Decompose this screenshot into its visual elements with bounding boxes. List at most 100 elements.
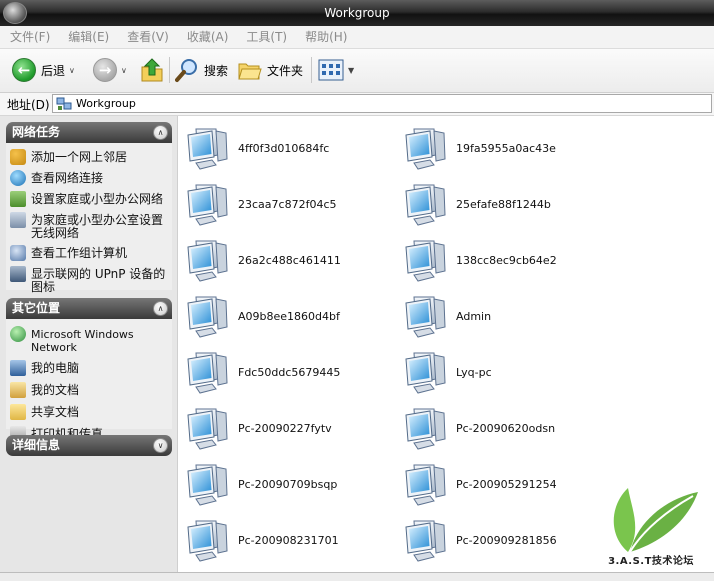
computer-icon — [404, 181, 452, 227]
network-tasks-header[interactable]: 网络任务 ∧ — [6, 122, 172, 143]
upnp-device-icon — [10, 266, 26, 282]
computer-item[interactable]: 25efafe88f1244b — [404, 180, 614, 228]
computer-item[interactable]: Fdc50ddc5679445 — [186, 348, 396, 396]
computer-icon — [404, 517, 452, 563]
network-tasks-list: 添加一个网上邻居 查看网络连接 设置家庭或小型办公网络 为家庭或小型办公室设置无… — [6, 143, 172, 294]
search-label: 搜索 — [204, 63, 229, 78]
watermark-text: 3.A.S.T技术论坛 — [608, 556, 694, 567]
computer-name: Pc-20090709bsqp — [238, 477, 338, 491]
computer-icon — [404, 237, 452, 283]
computer-item[interactable]: Pc-20090620odsn — [404, 404, 614, 452]
computer-name: Admin — [456, 309, 492, 323]
computer-icon — [404, 125, 452, 171]
workgroup-computers-icon — [10, 245, 26, 261]
expand-down-icon[interactable]: ∨ — [153, 438, 168, 453]
back-button[interactable]: ← 后退 ∨ — [12, 55, 75, 85]
computer-name: 23caa7c872f04c5 — [238, 197, 337, 211]
task-show-upnp[interactable]: 显示联网的 UPnP 设备的图标 — [6, 265, 172, 295]
forward-arrow-icon: → — [93, 58, 117, 82]
up-folder-button[interactable] — [140, 55, 164, 85]
menu-view[interactable]: 查看(V) — [117, 26, 177, 48]
menu-tools[interactable]: 工具(T) — [236, 26, 295, 48]
computer-name: 19fa5955a0ac43e — [456, 141, 556, 155]
computer-item[interactable]: 19fa5955a0ac43e — [404, 124, 614, 172]
folders-button[interactable]: 文件夹 — [238, 55, 303, 85]
computer-icon — [186, 461, 234, 507]
back-dropdown-icon[interactable]: ∨ — [69, 66, 75, 75]
computer-icon — [186, 181, 234, 227]
computer-item[interactable]: Pc-20090709bsqp — [186, 460, 396, 508]
computer-name: 26a2c488c461411 — [238, 253, 341, 267]
computer-name: 4ff0f3d010684fc — [238, 141, 330, 155]
task-view-network-connections[interactable]: 查看网络连接 — [6, 169, 172, 187]
computer-icon — [186, 125, 234, 171]
my-documents-icon — [10, 382, 26, 398]
forum-logo: 3.A.S.T技术论坛 — [598, 480, 704, 576]
window-title: Workgroup — [324, 6, 390, 20]
other-places-header[interactable]: 其它位置 ∧ — [6, 298, 172, 319]
shared-documents-icon — [10, 404, 26, 420]
address-input[interactable]: Workgroup — [52, 94, 712, 113]
views-dropdown-icon[interactable]: ▼ — [348, 66, 354, 75]
address-label: 地址(D) — [7, 98, 50, 112]
computer-item[interactable]: Pc-200905291254 — [404, 460, 614, 508]
computer-item[interactable]: 4ff0f3d010684fc — [186, 124, 396, 172]
toolbar-separator — [311, 57, 312, 83]
computer-name: Pc-200909281856 — [456, 533, 557, 547]
leaf-logo-icon — [613, 488, 698, 553]
menu-file[interactable]: 文件(F) — [0, 26, 58, 48]
views-button[interactable]: ▼ — [318, 55, 354, 85]
place-my-documents[interactable]: 我的文档 — [6, 381, 172, 399]
place-windows-network[interactable]: Microsoft Windows Network — [6, 325, 172, 355]
computer-item[interactable]: Pc-20090227fytv — [186, 404, 396, 452]
network-tasks-title: 网络任务 — [12, 125, 61, 139]
computer-icon — [186, 293, 234, 339]
task-view-workgroup[interactable]: 查看工作组计算机 — [6, 244, 172, 262]
computer-item[interactable]: 138cc8ec9cb64e2 — [404, 236, 614, 284]
forward-button[interactable]: → ∨ — [93, 55, 127, 85]
computer-icon — [404, 293, 452, 339]
task-setup-home-network[interactable]: 设置家庭或小型办公网络 — [6, 190, 172, 208]
window-icon[interactable] — [3, 2, 27, 24]
windows-network-icon — [10, 326, 26, 342]
collapse-up-icon[interactable]: ∧ — [153, 301, 168, 316]
computer-name: Pc-200905291254 — [456, 477, 557, 491]
computer-icon — [404, 349, 452, 395]
title-bar: Workgroup — [0, 0, 714, 26]
computer-icon — [404, 461, 452, 507]
place-shared-documents[interactable]: 共享文档 — [6, 403, 172, 421]
menu-favorites[interactable]: 收藏(A) — [177, 26, 237, 48]
computer-item[interactable]: Pc-200908231701 — [186, 516, 396, 564]
details-header[interactable]: 详细信息 ∨ — [6, 435, 172, 456]
my-computer-icon — [10, 360, 26, 376]
up-folder-icon — [141, 58, 163, 82]
computer-name: Pc-200908231701 — [238, 533, 339, 547]
place-my-computer[interactable]: 我的电脑 — [6, 359, 172, 377]
home-network-icon — [10, 191, 26, 207]
computer-name: 25efafe88f1244b — [456, 197, 551, 211]
menu-edit[interactable]: 编辑(E) — [58, 26, 117, 48]
computer-name: Lyq-pc — [456, 365, 492, 379]
computer-item[interactable]: Lyq-pc — [404, 348, 614, 396]
other-places-list: Microsoft Windows Network 我的电脑 我的文档 共享文档… — [6, 319, 172, 442]
computer-item[interactable]: A09b8ee1860d4bf — [186, 292, 396, 340]
computer-item[interactable]: 23caa7c872f04c5 — [186, 180, 396, 228]
computer-item[interactable]: Pc-200909281856 — [404, 516, 614, 564]
toolbar-separator — [169, 57, 170, 83]
menu-help[interactable]: 帮助(H) — [295, 26, 355, 48]
collapse-up-icon[interactable]: ∧ — [153, 125, 168, 140]
menu-bar: 文件(F) 编辑(E) 查看(V) 收藏(A) 工具(T) 帮助(H) — [0, 26, 714, 49]
task-pane: 网络任务 ∧ 添加一个网上邻居 查看网络连接 设置家庭或小型办公网络 为家庭或小… — [0, 116, 178, 572]
computer-item[interactable]: Admin — [404, 292, 614, 340]
task-setup-wireless[interactable]: 为家庭或小型办公室设置无线网络 — [6, 211, 172, 241]
computer-name: A09b8ee1860d4bf — [238, 309, 340, 323]
wireless-network-icon — [10, 212, 26, 228]
views-icon — [318, 59, 344, 81]
search-button[interactable]: 搜索 — [175, 55, 228, 85]
task-add-network-place[interactable]: 添加一个网上邻居 — [6, 148, 172, 166]
forward-dropdown-icon[interactable]: ∨ — [121, 66, 127, 75]
computer-icon — [186, 405, 234, 451]
computer-item[interactable]: 26a2c488c461411 — [186, 236, 396, 284]
network-connections-icon — [10, 170, 26, 186]
computer-icon — [186, 349, 234, 395]
